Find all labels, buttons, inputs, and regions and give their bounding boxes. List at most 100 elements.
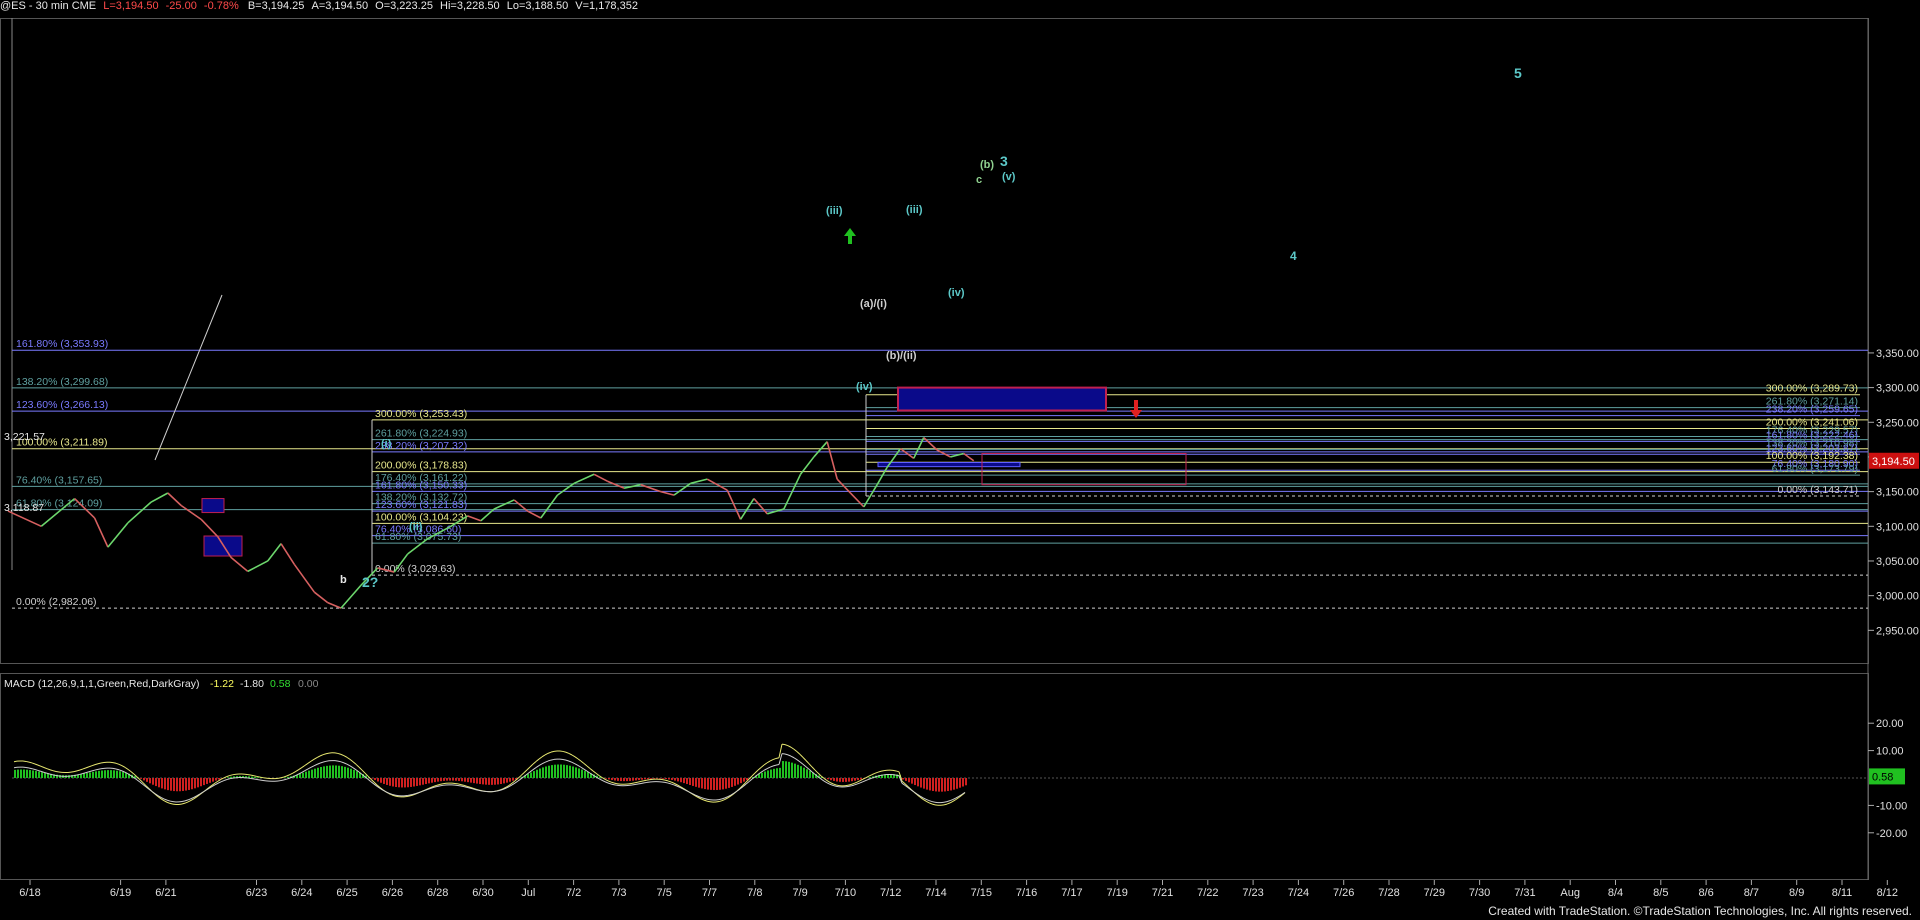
macd-histogram-bar	[425, 778, 427, 785]
macd-line	[214, 780, 219, 784]
date-axis-label: 7/22	[1197, 887, 1218, 899]
symbol-label: @ES - 30 min CME	[0, 0, 97, 12]
macd-histogram-bar	[146, 778, 148, 782]
macd-histogram-bar	[83, 773, 85, 778]
signal-line	[541, 761, 546, 765]
wave-label: (b)/(ii)	[886, 350, 917, 362]
macd-histogram-bar	[509, 778, 511, 782]
price-segment	[340, 584, 362, 609]
macd-histogram-bar	[197, 778, 199, 788]
macd-line	[604, 778, 609, 782]
price-chart: 3,350.003,300.003,250.003,200.003,150.00…	[0, 18, 1919, 899]
date-axis-label: 6/18	[19, 887, 40, 899]
signal-line	[52, 774, 57, 776]
signal-line	[640, 782, 645, 784]
macd-histogram-bar	[785, 761, 787, 778]
macd-line	[520, 772, 525, 776]
macd-histogram-bar	[44, 772, 46, 778]
macd-line	[754, 769, 759, 774]
macd-histogram-bar	[182, 778, 184, 791]
macd-histogram-bar	[335, 765, 337, 778]
macd-histogram-bar	[809, 770, 811, 778]
macd-line	[460, 784, 465, 786]
price-axis-label: 3,350.00	[1876, 348, 1919, 360]
date-axis-label: 7/15	[971, 887, 992, 899]
macd-line	[772, 757, 777, 761]
macd-histogram-bar	[173, 778, 175, 792]
wave-label: (iii)	[906, 204, 923, 216]
macd-line	[352, 761, 357, 765]
signal-line	[769, 765, 774, 768]
signal-line	[721, 797, 726, 800]
macd-line	[538, 756, 543, 760]
macd-histogram-bar	[623, 778, 625, 782]
fib-label: 138.20% (3,299.68)	[16, 376, 108, 388]
macd-histogram-bar	[554, 764, 556, 778]
macd-line	[247, 774, 252, 776]
date-axis-label: 7/17	[1061, 887, 1082, 899]
macd-histogram-bar	[743, 778, 745, 782]
macd-histogram-bar	[926, 778, 928, 790]
macd-line	[52, 770, 57, 772]
signal-line	[700, 796, 705, 799]
macd-line	[28, 761, 33, 764]
macd-line	[355, 763, 360, 768]
macd-histogram-bar	[776, 768, 778, 778]
macd-line	[823, 777, 828, 781]
macd-line	[943, 803, 948, 806]
signal-line	[877, 774, 882, 777]
macd-histogram-bar	[326, 765, 328, 778]
price-segment	[849, 492, 865, 508]
macd-line	[862, 777, 867, 780]
signal-line	[322, 760, 327, 763]
macd-histogram-bar	[764, 771, 766, 778]
macd-axis-label: 20.00	[1876, 718, 1904, 730]
trend-line	[154, 294, 223, 461]
price-axis-label: 2,950.00	[1876, 625, 1919, 637]
macd-histogram-bar	[86, 772, 88, 778]
macd-histogram-bar	[827, 778, 829, 780]
macd-histogram-bar	[218, 778, 220, 780]
price-segment	[280, 543, 296, 565]
macd-histogram-bar	[92, 771, 94, 778]
macd-line	[31, 762, 36, 765]
macd-histogram-bar	[179, 778, 181, 792]
macd-line	[526, 766, 531, 771]
price-change-pct: -0.78%	[203, 0, 239, 12]
price-mark-label: 3,221.57	[4, 431, 45, 443]
macd-line	[46, 768, 51, 771]
signal-line	[529, 769, 534, 773]
signal-line	[634, 783, 639, 786]
macd-line	[703, 799, 708, 802]
macd-histogram-bar	[29, 770, 31, 778]
signal-line	[613, 784, 618, 786]
fib-label: 161.80% (3,150.33)	[375, 479, 467, 491]
macd-histogram-bar	[560, 764, 562, 778]
macd-histogram-bar	[473, 778, 475, 784]
macd-histogram-bar	[185, 778, 187, 791]
macd-histogram-bar	[680, 778, 682, 783]
signal-line	[685, 789, 690, 793]
macd-line	[307, 760, 312, 764]
price-segment	[573, 473, 595, 485]
macd-histogram-bar	[578, 768, 580, 778]
macd-histogram-bar	[257, 777, 259, 778]
price-segment	[267, 543, 282, 562]
signal-line	[574, 763, 579, 766]
price-pane-border	[0, 18, 1869, 664]
macd-line	[334, 752, 339, 754]
signal-line	[115, 768, 120, 771]
signal-line	[256, 778, 261, 781]
macd-histogram-bar	[164, 778, 166, 790]
price-segment	[726, 489, 742, 520]
signal-line	[343, 762, 348, 765]
macd-line	[718, 800, 723, 803]
macd-histogram-bar	[683, 778, 685, 784]
date-axis-label: 6/23	[246, 887, 267, 899]
macd-histogram-bar	[656, 778, 658, 779]
date-axis-label: 7/5	[657, 887, 672, 899]
price-axis-label: 3,050.00	[1876, 556, 1919, 568]
signal-line	[772, 764, 777, 767]
signal-line	[718, 798, 723, 801]
signal-line	[664, 781, 669, 784]
